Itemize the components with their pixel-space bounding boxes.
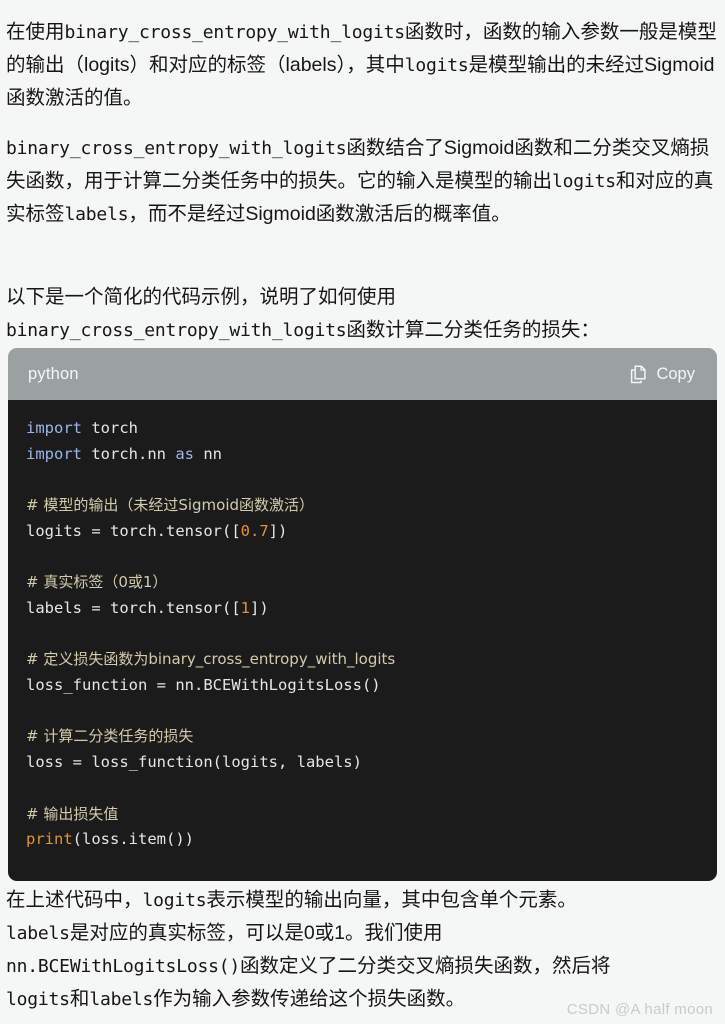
inline-code-bcewithlogitsloss: nn.BCEWithLogitsLoss() bbox=[6, 956, 241, 977]
code-token: # 模型的输出（未经过Sigmoid函数激活） bbox=[26, 496, 315, 515]
inline-code-binary-cross-entropy: binary_cross_entropy_with_logits bbox=[64, 22, 406, 43]
copy-icon bbox=[630, 364, 647, 384]
text-run: 在上述代码中， bbox=[6, 889, 143, 911]
code-token: loss bbox=[26, 753, 73, 772]
inline-code-labels: labels bbox=[6, 923, 70, 944]
code-token: torch.tensor([ bbox=[100, 521, 241, 540]
code-token: torch bbox=[82, 419, 138, 437]
code-token: = bbox=[156, 676, 166, 695]
code-block: python Copy import torch import torch.nn … bbox=[8, 348, 717, 881]
code-token: 1 bbox=[240, 598, 250, 617]
code-line: import torch.nn as nn bbox=[8, 442, 717, 468]
code-token: ]) bbox=[250, 598, 269, 617]
code-token: # 定义损失函数为binary_cross_entropy_with_logit… bbox=[26, 650, 396, 669]
text-run: 在使用 bbox=[6, 21, 65, 43]
paragraph-conclusion: 在上述代码中，logits表示模型的输出向量，其中包含单个元素。 labels是对… bbox=[0, 884, 725, 1016]
paragraph-explanation: binary_cross_entropy_with_logits函数结合了Sig… bbox=[0, 132, 725, 231]
code-line: loss = loss_function(logits, labels) bbox=[8, 750, 717, 776]
text-run: 以下是一个简化的代码示例，说明了如何使用 bbox=[6, 286, 397, 308]
inline-code-labels: labels bbox=[89, 989, 154, 1010]
code-token: import bbox=[26, 444, 82, 463]
text-run: 是对应的真实标签，可以是0或1。我们使用 bbox=[69, 922, 443, 944]
code-token: as bbox=[175, 444, 194, 463]
paragraph-example-lead: 以下是一个简化的代码示例，说明了如何使用 binary_cross_entropy… bbox=[0, 281, 725, 347]
code-line: print(loss.item()) bbox=[8, 827, 717, 853]
code-token: ]) bbox=[268, 521, 288, 540]
text-run: 函数计算二分类任务的损失： bbox=[346, 319, 600, 341]
code-token: 0.7 bbox=[240, 521, 269, 540]
inline-code-logits: logits bbox=[404, 55, 469, 76]
code-token: = bbox=[91, 521, 101, 540]
code-language-label: python bbox=[28, 364, 79, 383]
code-token: torch.tensor([ bbox=[100, 598, 241, 617]
code-line: # 定义损失函数为binary_cross_entropy_with_logit… bbox=[8, 647, 717, 673]
inline-code-logits: logits bbox=[6, 989, 70, 1010]
code-line: loss_function = nn.BCEWithLogitsLoss() bbox=[8, 673, 717, 699]
code-token: # 输出损失值 bbox=[26, 804, 119, 823]
text-run: 和 bbox=[69, 988, 90, 1010]
code-token: = bbox=[91, 598, 101, 617]
inline-code-logits: logits bbox=[552, 171, 616, 192]
inline-code-binary-cross-entropy: binary_cross_entropy_with_logits bbox=[6, 138, 347, 159]
code-line: import torch bbox=[8, 416, 717, 442]
code-line: # 输出损失值 bbox=[8, 802, 717, 828]
code-token: (loss.item()) bbox=[72, 830, 194, 849]
code-line: # 计算二分类任务的损失 bbox=[8, 724, 717, 750]
code-token: print bbox=[26, 830, 73, 849]
code-line: # 模型的输出（未经过Sigmoid函数激活） bbox=[8, 493, 717, 519]
copy-button-label: Copy bbox=[656, 364, 695, 383]
watermark: CSDN @A half moon bbox=[566, 1001, 713, 1018]
inline-code-logits: logits bbox=[142, 890, 207, 911]
code-line: logits = torch.tensor([0.7]) bbox=[8, 519, 717, 545]
article-page: 在使用binary_cross_entropy_with_logits函数时，函… bbox=[0, 0, 725, 1024]
code-content[interactable]: import torch import torch.nn as nn # 模型的输… bbox=[8, 400, 717, 881]
code-token: torch.nn bbox=[82, 444, 176, 463]
code-token: labels bbox=[26, 598, 92, 617]
copy-button[interactable]: Copy bbox=[630, 365, 695, 384]
paragraph-intro: 在使用binary_cross_entropy_with_logits函数时，函… bbox=[0, 16, 725, 115]
code-token: import bbox=[26, 419, 82, 437]
code-token: loss_function(logits, labels) bbox=[82, 753, 362, 772]
code-line: # 真实标签（0或1） bbox=[8, 570, 717, 596]
code-token: = bbox=[72, 753, 83, 772]
code-line: labels = torch.tensor([1]) bbox=[8, 596, 717, 622]
code-token: # 计算二分类任务的损失 bbox=[26, 727, 194, 746]
code-token: nn.BCEWithLogitsLoss() bbox=[166, 676, 381, 695]
text-run: 作为输入参数传递给这个损失函数。 bbox=[153, 988, 466, 1010]
code-token: logits bbox=[26, 521, 92, 540]
code-token: nn bbox=[194, 444, 222, 463]
code-block-header: python Copy bbox=[8, 348, 717, 400]
code-token: loss_function bbox=[26, 676, 157, 695]
inline-code-labels: labels bbox=[64, 204, 129, 225]
text-run: 表示模型的输出向量，其中包含单个元素。 bbox=[206, 889, 577, 911]
text-run: ，而不是经过Sigmoid函数激活后的概率值。 bbox=[128, 203, 511, 225]
text-run: 函数定义了二分类交叉熵损失函数，然后将 bbox=[240, 955, 611, 977]
code-token: # 真实标签（0或1） bbox=[26, 573, 168, 592]
inline-code-binary-cross-entropy: binary_cross_entropy_with_logits bbox=[6, 320, 347, 341]
